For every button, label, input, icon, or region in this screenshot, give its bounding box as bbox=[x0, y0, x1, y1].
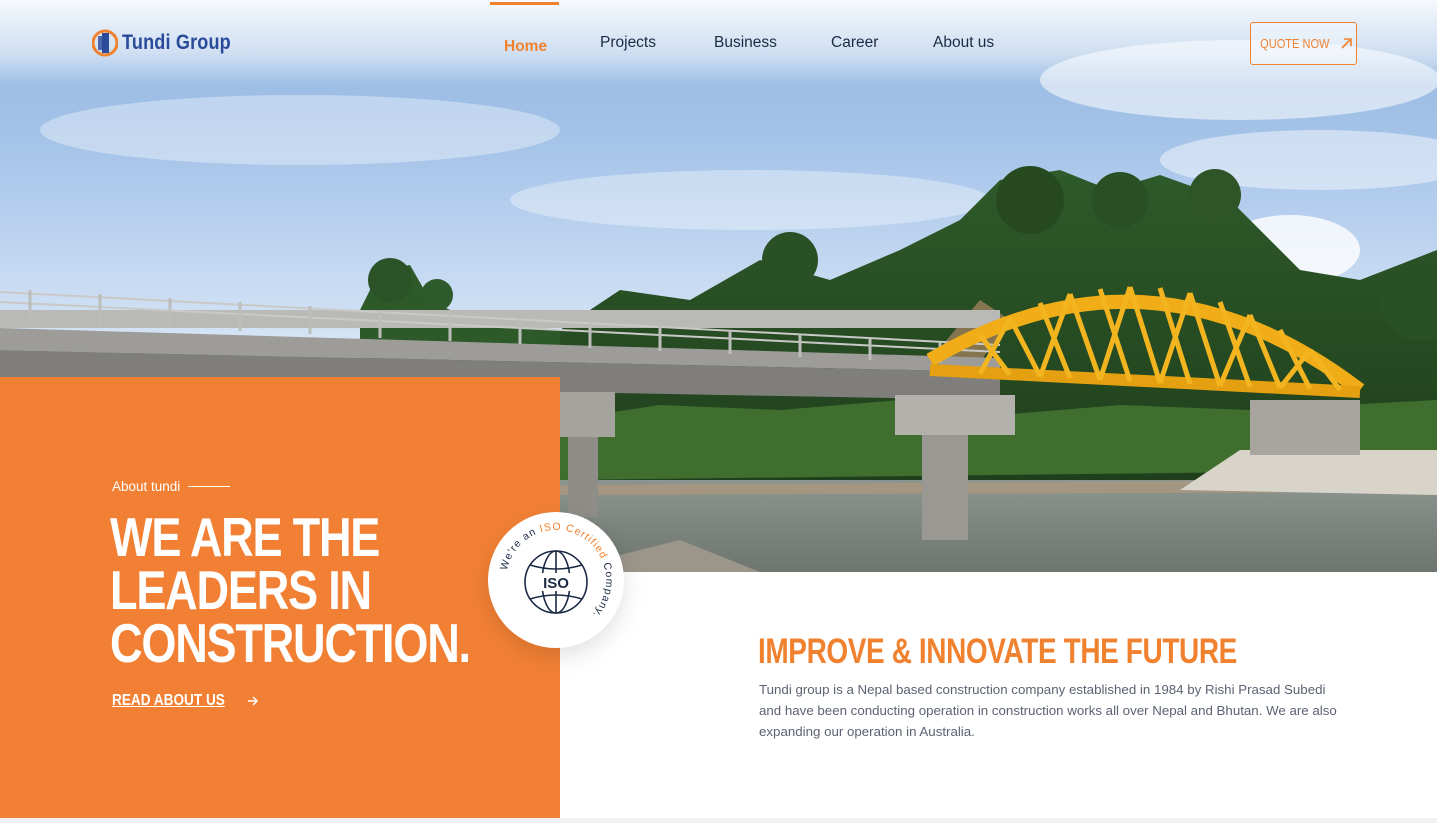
brand-name: Tundi Group bbox=[122, 31, 231, 54]
nav-item-career[interactable]: Career bbox=[831, 34, 878, 52]
read-about-us-link[interactable]: READ ABOUT US bbox=[112, 692, 259, 710]
nav-item-projects[interactable]: Projects bbox=[600, 34, 656, 52]
nav-item-about-us[interactable]: About us bbox=[933, 34, 994, 52]
nav-active-indicator bbox=[490, 2, 559, 5]
iso-certified-badge: We're an ISO Certified Company. ISO bbox=[488, 512, 624, 648]
about-label-divider bbox=[188, 485, 231, 488]
badge-ring-suffix: Company. bbox=[590, 556, 615, 620]
arrow-up-right-icon bbox=[1341, 38, 1353, 49]
read-about-us-label: READ ABOUT US bbox=[112, 692, 225, 709]
about-label: About tundi bbox=[112, 479, 231, 494]
intro-title: IMPROVE & INNOVATE THE FUTURE bbox=[758, 632, 1237, 671]
quote-now-button[interactable]: QUOTE NOW bbox=[1250, 22, 1357, 65]
hero-title: WE ARE THE LEADERS IN CONSTRUCTION. bbox=[110, 506, 471, 674]
tundi-logo-icon bbox=[91, 28, 119, 58]
brand-logo[interactable]: Tundi Group bbox=[91, 28, 249, 58]
about-label-text: About tundi bbox=[112, 479, 181, 494]
arrow-right-icon bbox=[247, 696, 258, 706]
site-header: Tundi Group Home Projects Business Caree… bbox=[0, 0, 1437, 88]
badge-ring-prefix: We're an bbox=[498, 524, 542, 572]
quote-now-label: QUOTE NOW bbox=[1259, 36, 1330, 51]
nav-item-home[interactable]: Home bbox=[504, 38, 547, 56]
section-divider bbox=[0, 818, 1437, 823]
intro-description: Tundi group is a Nepal based constructio… bbox=[759, 682, 1337, 739]
badge-center-label: ISO bbox=[543, 575, 569, 592]
nav-item-business[interactable]: Business bbox=[714, 34, 777, 52]
